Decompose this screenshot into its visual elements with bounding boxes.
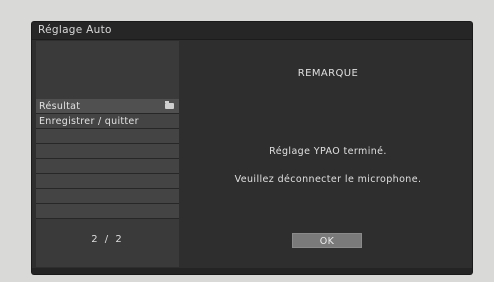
window-title: Réglage Auto [38,24,112,36]
folder-icon [165,101,174,109]
setup-screen: Réglage Auto Résultat Enregistrer / quit… [32,22,472,274]
menu-panel: Résultat Enregistrer / quitter 2 / 2 [36,41,179,267]
menu-item-enregistrer-quitter[interactable]: Enregistrer / quitter [36,114,179,129]
dialog-message-disconnect: Veuillez déconnecter le microphone. [234,174,422,185]
menu-list: Résultat Enregistrer / quitter [36,99,179,219]
menu-item-empty [36,129,179,144]
page-indicator: 2 / 2 [91,234,124,245]
menu-item-empty [36,159,179,174]
menu-item-empty [36,189,179,204]
title-bar: Réglage Auto [32,22,472,40]
ok-button[interactable]: OK [292,233,362,248]
dialog-heading: REMARQUE [297,68,359,79]
menu-item-empty [36,174,179,189]
menu-item-label: Résultat [39,101,81,112]
dialog-message-complete: Réglage YPAO terminé. [269,146,387,157]
message-panel: REMARQUE Réglage YPAO terminé. Veuillez … [184,41,472,267]
bottom-bar [32,268,472,274]
menu-item-label: Enregistrer / quitter [39,116,139,127]
menu-item-empty [36,144,179,159]
menu-item-empty [36,204,179,219]
menu-item-resultat[interactable]: Résultat [36,99,179,114]
